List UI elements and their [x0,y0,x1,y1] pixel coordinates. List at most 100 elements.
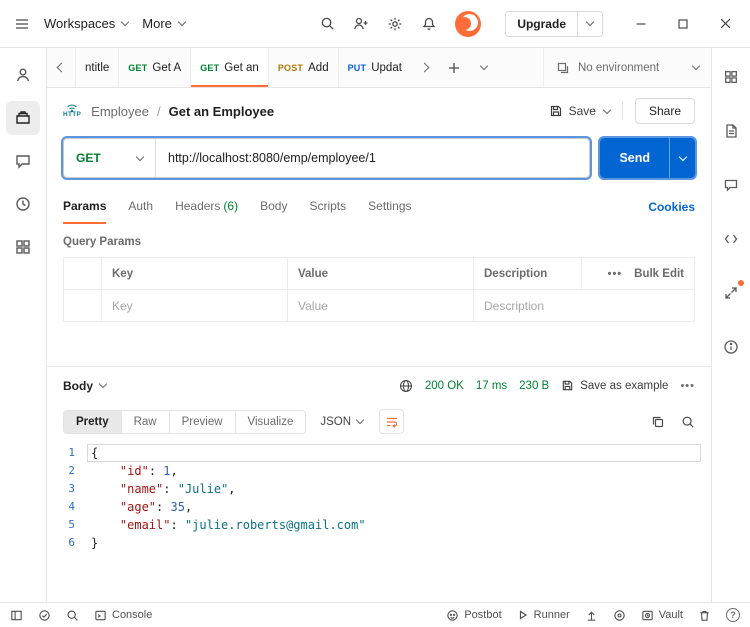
cookies-link[interactable]: Cookies [648,200,695,214]
environment-icon [556,61,570,75]
send-split-button: Send [600,138,695,178]
trash-icon[interactable] [698,609,711,622]
console-button[interactable]: Console [94,609,152,622]
send-options-chevron[interactable] [669,138,695,178]
description-input[interactable] [484,299,684,313]
response-body-label: Body [63,379,93,393]
history-icon[interactable] [6,187,40,221]
tab-body[interactable]: Body [260,190,287,224]
close-button[interactable] [719,17,732,30]
save-button[interactable]: Save [549,104,596,118]
settings-gear-icon[interactable] [387,16,403,32]
environment-quick-look-icon[interactable] [714,60,748,94]
breadcrumb-collection-link[interactable]: Employee [91,104,149,119]
find-replace-icon[interactable] [66,609,79,622]
search-icon[interactable] [320,16,335,31]
save-options-chevron[interactable] [604,110,610,113]
tab-pretty[interactable]: Pretty [64,411,122,433]
url-input[interactable] [156,139,589,177]
column-header-key: Key [102,258,288,289]
tab-label: Settings [368,199,411,213]
code-line-content: { [87,444,701,462]
cloud-agent-icon[interactable] [613,609,626,622]
wrap-text-button[interactable] [379,409,404,434]
git-status-icon[interactable] [38,609,51,622]
console-label: Console [112,609,152,621]
tab-settings[interactable]: Settings [368,190,411,224]
format-dropdown[interactable]: JSON [320,416,363,428]
vault-label: Vault [659,609,683,621]
notifications-bell-icon[interactable] [421,16,437,32]
related-requests-icon[interactable] [714,276,748,310]
code-line: 2 "id": 1, [47,462,711,480]
capture-requests-icon[interactable] [585,609,598,622]
send-button[interactable]: Send [600,138,669,178]
more-label: More [142,16,172,31]
environment-selector[interactable]: No environment [543,48,711,87]
url-group: GET [63,138,590,178]
request-tab[interactable]: POST Add [268,48,338,87]
request-tab[interactable]: PUT Updat [338,48,411,87]
main-menu-icon[interactable] [14,16,30,32]
response-body-dropdown[interactable]: Body [63,379,106,393]
tab-headers[interactable]: Headers(6) [175,190,238,224]
key-input[interactable] [112,299,277,313]
line-number: 4 [47,498,87,516]
minimize-button[interactable] [635,18,647,30]
toggle-sidebar-icon[interactable] [10,609,23,622]
tab-options-icon[interactable] [469,48,499,87]
info-icon[interactable] [714,330,748,364]
query-params-title: Query Params [47,224,711,257]
comments-icon[interactable] [714,168,748,202]
scroll-tabs-left-icon[interactable] [47,48,75,87]
scroll-tabs-right-icon[interactable] [411,48,439,87]
breadcrumb-separator: / [157,104,161,119]
help-icon[interactable]: ? [726,608,740,622]
chat-icon[interactable] [6,144,40,178]
bulk-edit-button[interactable]: Bulk Edit [634,268,684,280]
upgrade-button[interactable]: Upgrade [506,12,578,36]
tab-preview[interactable]: Preview [170,411,236,433]
tab-params[interactable]: Params [63,190,106,224]
response-more-icon[interactable]: ••• [680,380,695,392]
profile-icon[interactable] [6,58,40,92]
save-as-example-button[interactable]: Save as example [561,379,668,392]
divider [622,102,623,120]
invite-user-icon[interactable] [353,16,369,32]
upgrade-chevron[interactable] [578,12,602,36]
search-response-icon[interactable] [681,415,695,429]
more-actions-icon[interactable]: ••• [608,268,623,280]
flows-icon[interactable] [6,230,40,264]
maximize-button[interactable] [677,18,689,30]
runner-button[interactable]: Runner [517,609,570,621]
vault-button[interactable]: Vault [641,609,683,622]
collections-icon[interactable] [6,101,40,135]
response-code[interactable]: 1{2 "id": 1,3 "name": "Julie",4 "age": 3… [47,439,711,602]
postbot-button[interactable]: Postbot [446,609,501,622]
tab-method: GET [128,63,147,73]
method-dropdown[interactable]: GET [64,139,156,177]
documentation-icon[interactable] [714,114,748,148]
value-input[interactable] [298,299,463,313]
tab-scripts[interactable]: Scripts [309,190,346,224]
tab-raw[interactable]: Raw [122,411,170,433]
description-cell [474,290,694,321]
share-button[interactable]: Share [635,98,695,124]
new-tab-icon[interactable] [439,48,469,87]
workspaces-menu[interactable]: Workspaces [44,16,128,31]
table-row [64,290,694,321]
chevron-down-icon [692,62,700,70]
code-snippet-icon[interactable] [714,222,748,256]
network-globe-icon[interactable] [399,379,413,393]
request-tab[interactable]: GET Get A [118,48,190,87]
request-tab-untitled[interactable]: ntitle [75,48,118,87]
request-tab-active[interactable]: GET Get an [190,48,268,87]
postman-logo [455,11,481,37]
request-tabs: Params Auth Headers(6) Body Scripts Sett… [47,190,711,224]
breadcrumb-actions: Save Share [549,98,695,124]
tab-auth[interactable]: Auth [128,190,153,224]
more-menu[interactable]: More [142,16,185,31]
postman-app: Workspaces More Upgrade [0,0,750,627]
copy-icon[interactable] [651,415,665,429]
tab-visualize[interactable]: Visualize [236,411,306,433]
